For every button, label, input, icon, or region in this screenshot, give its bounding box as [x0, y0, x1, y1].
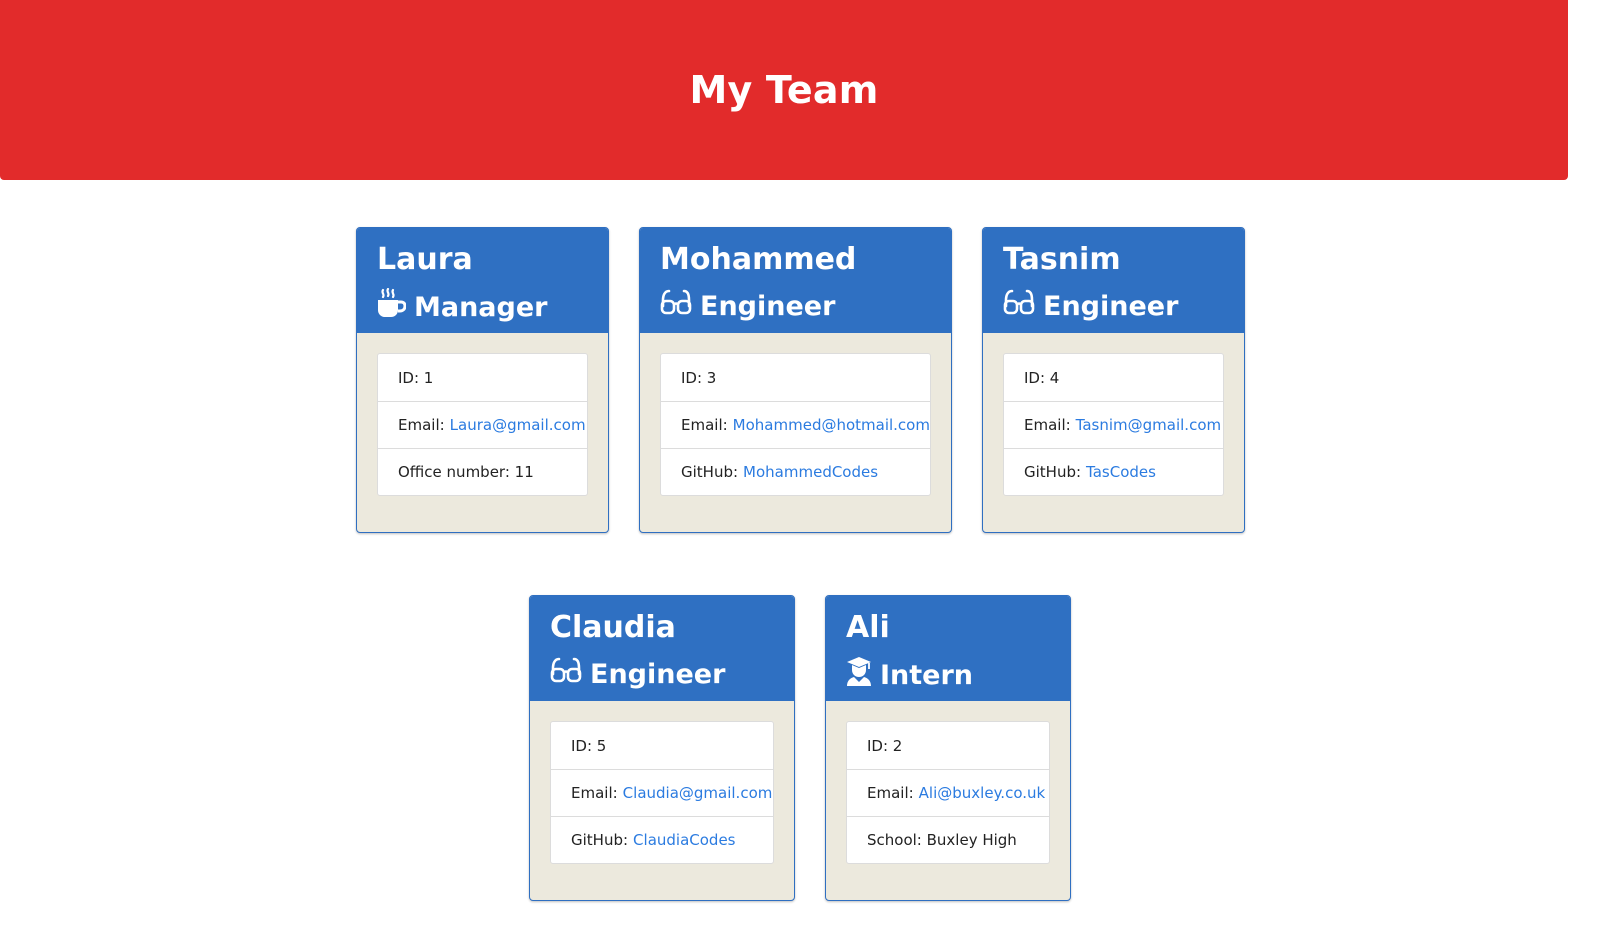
role-label: Manager: [414, 291, 548, 323]
email-link[interactable]: Claudia@gmail.com: [623, 784, 773, 802]
email-label: Email:: [681, 416, 728, 434]
employee-role: Intern: [846, 656, 1050, 695]
employee-name: Claudia: [550, 610, 676, 645]
employee-name: Mohammed: [660, 242, 857, 277]
id-item: ID: 2: [847, 722, 1049, 769]
role-label: Intern: [880, 659, 974, 691]
role-label: Engineer: [1043, 290, 1179, 322]
office-number-item: Office number: 11: [378, 448, 587, 495]
email-item: Email: Ali@buxley.co.uk: [847, 769, 1049, 816]
page-title: My Team: [689, 68, 879, 112]
glasses-icon: [550, 656, 590, 693]
github-item: GitHub: ClaudiaCodes: [551, 816, 773, 863]
role-label: Engineer: [700, 290, 836, 322]
card-body: ID: 4 Email: Tasnim@gmail.com GitHub: Ta…: [983, 333, 1244, 516]
email-link[interactable]: Tasnim@gmail.com: [1076, 416, 1221, 434]
info-list: ID: 2 Email: Ali@buxley.co.uk School: Bu…: [846, 721, 1050, 864]
email-item: Email: Mohammed@hotmail.com: [661, 401, 930, 448]
employee-card-tasnim: Tasnim Engineer ID: 4 Email: Tasnim@gmai…: [982, 227, 1245, 533]
info-list: ID: 5 Email: Claudia@gmail.com GitHub: C…: [550, 721, 774, 864]
email-link[interactable]: Ali@buxley.co.uk: [919, 784, 1046, 802]
github-label: GitHub:: [681, 463, 739, 481]
card-header: Claudia Engineer: [530, 596, 794, 701]
glasses-icon: [1003, 288, 1043, 325]
coffee-icon: [377, 287, 414, 327]
card-header: Mohammed Engineer: [640, 228, 951, 333]
role-label: Engineer: [590, 658, 726, 690]
id-item: ID: 1: [378, 354, 587, 401]
employee-role: Engineer: [550, 656, 774, 693]
employee-card-claudia: Claudia Engineer ID: 5 Email: Claudia@gm…: [529, 595, 795, 901]
github-link[interactable]: ClaudiaCodes: [633, 831, 735, 849]
id-text: ID: 2: [867, 736, 903, 755]
employee-role: Manager: [377, 287, 588, 327]
office-number-text: Office number: 11: [398, 463, 534, 481]
github-item: GitHub: MohammedCodes: [661, 448, 930, 495]
info-list: ID: 1 Email: Laura@gmail.com Office numb…: [377, 353, 588, 496]
email-label: Email:: [1024, 416, 1071, 434]
employee-card-ali: Ali Intern ID: 2 Email: Ali@buxley.co.uk…: [825, 595, 1071, 901]
id-text: ID: 3: [681, 368, 717, 387]
email-link[interactable]: Laura@gmail.com: [450, 416, 586, 434]
card-header: Laura Manager: [357, 228, 608, 333]
card-header: Tasnim Engineer: [983, 228, 1244, 333]
github-item: GitHub: TasCodes: [1004, 448, 1223, 495]
graduate-icon: [846, 656, 880, 695]
card-body: ID: 1 Email: Laura@gmail.com Office numb…: [357, 333, 608, 516]
id-item: ID: 5: [551, 722, 773, 769]
employee-card-laura: Laura Manager ID: 1 Email: Laura@gmail.c…: [356, 227, 609, 533]
github-label: GitHub:: [1024, 463, 1082, 481]
employee-name: Ali: [846, 610, 890, 645]
glasses-icon: [660, 288, 700, 325]
employee-role: Engineer: [660, 288, 931, 325]
info-list: ID: 4 Email: Tasnim@gmail.com GitHub: Ta…: [1003, 353, 1224, 496]
card-header: Ali Intern: [826, 596, 1070, 701]
email-item: Email: Claudia@gmail.com: [551, 769, 773, 816]
github-label: GitHub:: [571, 831, 629, 849]
id-text: ID: 5: [571, 736, 607, 755]
email-link[interactable]: Mohammed@hotmail.com: [733, 416, 930, 434]
employee-name: Tasnim: [1003, 242, 1121, 277]
info-list: ID: 3 Email: Mohammed@hotmail.com GitHub…: [660, 353, 931, 496]
card-body: ID: 2 Email: Ali@buxley.co.uk School: Bu…: [826, 701, 1070, 884]
id-text: ID: 4: [1024, 368, 1060, 387]
email-label: Email:: [571, 784, 618, 802]
school-text: School: Buxley High: [867, 831, 1017, 849]
id-item: ID: 3: [661, 354, 930, 401]
employee-name: Laura: [377, 242, 473, 277]
id-item: ID: 4: [1004, 354, 1223, 401]
school-item: School: Buxley High: [847, 816, 1049, 863]
github-link[interactable]: TasCodes: [1086, 463, 1156, 481]
email-item: Email: Laura@gmail.com: [378, 401, 587, 448]
page-header: My Team: [0, 0, 1568, 180]
card-body: ID: 5 Email: Claudia@gmail.com GitHub: C…: [530, 701, 794, 884]
github-link[interactable]: MohammedCodes: [743, 463, 878, 481]
email-item: Email: Tasnim@gmail.com: [1004, 401, 1223, 448]
employee-card-mohammed: Mohammed Engineer ID: 3 Email: Mohammed@…: [639, 227, 952, 533]
email-label: Email:: [867, 784, 914, 802]
employee-role: Engineer: [1003, 288, 1224, 325]
id-text: ID: 1: [398, 368, 434, 387]
email-label: Email:: [398, 416, 445, 434]
card-body: ID: 3 Email: Mohammed@hotmail.com GitHub…: [640, 333, 951, 516]
